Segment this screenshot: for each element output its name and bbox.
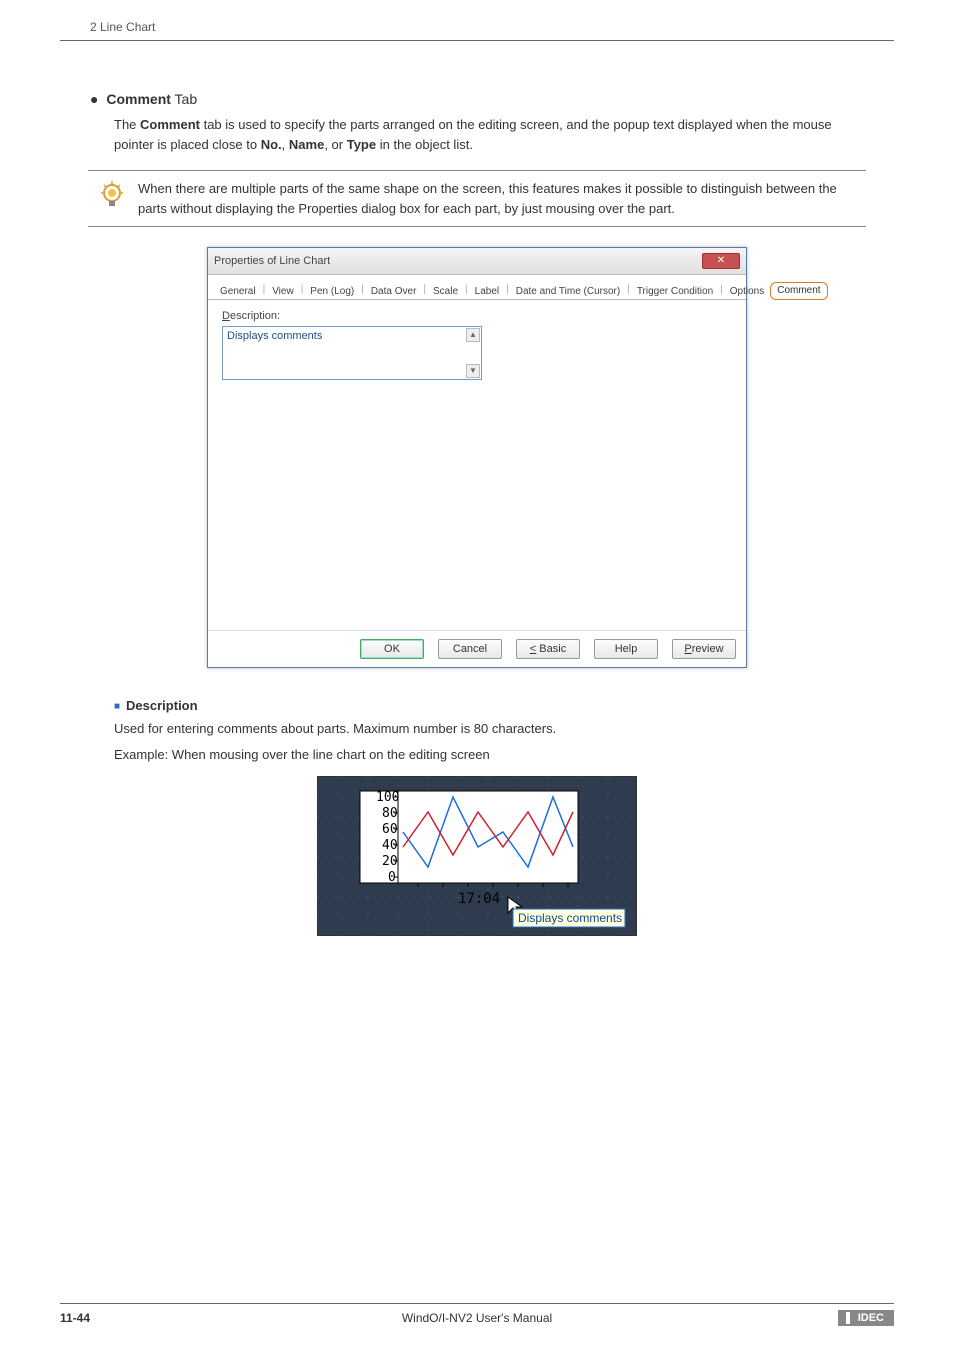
description-subheading: ■ Description [114, 698, 894, 713]
intro-b1: Comment [140, 117, 200, 132]
help-button[interactable]: Help [594, 639, 658, 659]
tab-options[interactable]: Options [724, 282, 770, 300]
page-footer: 11-44 WindO/I-NV2 User's Manual IDEC [60, 1303, 894, 1326]
section-heading: ● Comment Tab [90, 91, 894, 107]
description-textarea[interactable]: Displays comments ▲ ▼ [222, 326, 482, 380]
intro-b2: No. [261, 137, 282, 152]
intro-paragraph: The Comment tab is used to specify the p… [114, 115, 854, 154]
cancel-button[interactable]: Cancel [438, 639, 502, 659]
close-icon[interactable]: ✕ [702, 253, 740, 269]
dialog-tabs: General| View| Pen (Log)| Data Over| Sca… [208, 275, 746, 300]
example-chart-container: 100 80 60 40 20 0 [317, 776, 637, 936]
description-value: Displays comments [227, 330, 322, 342]
bullet-icon: ● [90, 91, 98, 107]
tab-trigger-condition[interactable]: Trigger Condition [631, 282, 719, 300]
tab-scale[interactable]: Scale [427, 282, 464, 300]
example-chart-svg: 100 80 60 40 20 0 [318, 777, 638, 937]
description-line1: Used for entering comments about parts. … [114, 719, 854, 739]
page-header-breadcrumb: 2 Line Chart [60, 20, 894, 41]
preview-rest: review [692, 643, 724, 655]
intro-p1: The [114, 117, 140, 132]
ok-button[interactable]: OK [360, 639, 424, 659]
chart-tooltip-text: Displays comments [518, 911, 622, 925]
dialog-titlebar[interactable]: Properties of Line Chart ✕ [208, 248, 746, 275]
heading-bold: Comment [106, 91, 171, 107]
scroll-down-icon[interactable]: ▼ [466, 364, 480, 378]
tab-general[interactable]: General [214, 282, 262, 300]
intro-b3: Name [289, 137, 324, 152]
lightbulb-icon [98, 179, 126, 211]
preview-u: P [684, 643, 691, 655]
note-box: When there are multiple parts of the sam… [88, 170, 866, 227]
heading-rest: Tab [171, 91, 197, 107]
tab-data-over[interactable]: Data Over [365, 282, 423, 300]
tab-label[interactable]: Label [469, 282, 505, 300]
tab-pen-log[interactable]: Pen (Log) [304, 282, 360, 300]
basic-button[interactable]: < Basic [516, 639, 580, 659]
properties-dialog: Properties of Line Chart ✕ General| View… [207, 247, 747, 668]
dialog-body: Description: Displays comments ▲ ▼ [208, 300, 746, 630]
description-label: Description: [222, 310, 732, 322]
tab-date-time-cursor[interactable]: Date and Time (Cursor) [510, 282, 626, 300]
intro-c2: , or [324, 137, 346, 152]
dialog-footer: OK Cancel < Basic Help Preview [208, 630, 746, 667]
preview-button[interactable]: Preview [672, 639, 736, 659]
intro-end: in the object list. [376, 137, 473, 152]
basic-rest: Basic [536, 643, 566, 655]
intro-b4: Type [347, 137, 376, 152]
chart-x-label: 17:04 [458, 891, 500, 907]
note-text: When there are multiple parts of the sam… [138, 179, 856, 218]
subheading-text: Description [126, 698, 198, 713]
tab-comment[interactable]: Comment [770, 282, 827, 300]
square-bullet-icon: ■ [114, 701, 120, 712]
description-label-u: D [222, 310, 230, 322]
intro-c1: , [282, 137, 289, 152]
description-line2: Example: When mousing over the line char… [114, 745, 854, 765]
footer-manual-title: WindO/I-NV2 User's Manual [60, 1311, 894, 1325]
description-label-rest: escription: [230, 310, 280, 322]
tab-view[interactable]: View [266, 282, 300, 300]
scroll-up-icon[interactable]: ▲ [466, 328, 480, 342]
idec-logo: IDEC [838, 1310, 894, 1326]
dialog-title-text: Properties of Line Chart [214, 255, 330, 267]
